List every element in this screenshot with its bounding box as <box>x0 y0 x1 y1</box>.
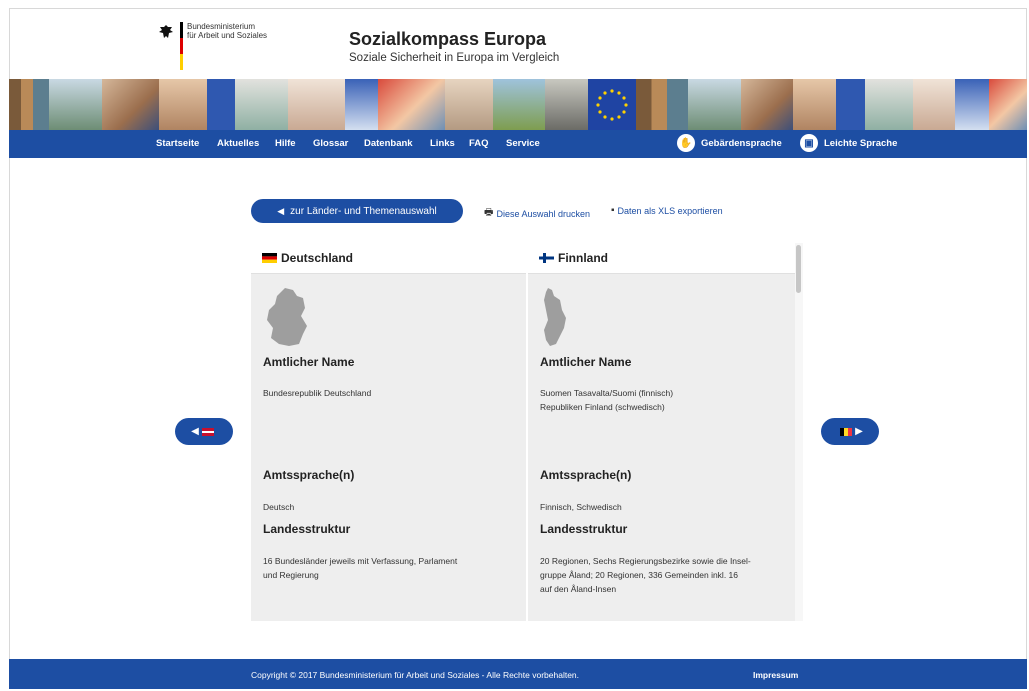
photo-family-2 <box>740 79 794 130</box>
photo-flag-person-2 <box>955 79 989 130</box>
sign-language-icon: ✋ <box>677 134 695 152</box>
nav-service[interactable]: Service <box>506 138 540 149</box>
country-header: Deutschland <box>251 243 526 274</box>
photo-field-worker <box>492 79 546 130</box>
panel-scrollbar[interactable] <box>795 243 803 621</box>
next-country-button[interactable]: ▶ <box>821 418 879 445</box>
photo-blue-tile-2 <box>836 79 865 130</box>
structure-heading: Landesstruktur <box>263 522 351 536</box>
scrollbar-thumb[interactable] <box>796 245 801 293</box>
sign-language-link[interactable]: ✋ Gebärdensprache <box>677 134 782 152</box>
back-to-selection-button[interactable]: ◀ zur Länder- und Themenauswahl <box>251 199 463 223</box>
photo-woman-headscarf <box>49 79 102 130</box>
country-column-deutschland: Deutschland Amtlicher Name Bundesrepubli… <box>251 243 526 621</box>
country-name: Deutschland <box>281 251 354 265</box>
photo-girl-2 <box>793 79 837 130</box>
photo-young-woman-2 <box>912 79 956 130</box>
official-name-heading: Amtlicher Name <box>540 355 632 369</box>
photo-library <box>9 79 50 130</box>
photo-couple <box>545 79 589 130</box>
federal-eagle-icon <box>159 25 173 38</box>
finland-map-icon <box>544 288 566 346</box>
structure-text: 20 Regionen, Sechs Regierungsbezirke sow… <box>540 556 751 594</box>
header-photo-band <box>9 79 1027 130</box>
language-text: Deutsch <box>263 502 295 512</box>
prev-country-button[interactable]: ◀ <box>175 418 233 445</box>
country-header: Finnland <box>528 243 803 274</box>
left-triangle-icon: ◀ <box>277 205 285 216</box>
german-flag-bar <box>180 22 183 70</box>
photo-girl <box>158 79 207 130</box>
export-xls-link[interactable]: ▪ Daten als XLS exportieren <box>611 205 723 216</box>
structure-text: 16 Bundesländer jeweils mit Verfassung, … <box>263 556 458 580</box>
main-navigation: Startseite Aktuelles Hilfe Glossar Daten… <box>9 130 1027 158</box>
photo-elderly-woman-2 <box>864 79 913 130</box>
structure-heading: Landesstruktur <box>540 522 628 536</box>
country-name: Finnland <box>558 251 608 265</box>
easy-language-icon: ▣ <box>800 134 818 152</box>
official-name-text: Suomen Tasavalta/Suomi (finnisch) Republ… <box>540 388 674 412</box>
nav-glossar[interactable]: Glossar <box>313 138 348 149</box>
nav-datenbank[interactable]: Datenbank <box>364 138 413 149</box>
photo-flag-person <box>344 79 379 130</box>
site-subtitle: Soziale Sicherheit in Europa im Vergleic… <box>349 52 560 64</box>
prev-country-flag-icon <box>201 427 214 436</box>
ministry-name: Bundesministerium für Arbeit und Soziale… <box>187 22 268 40</box>
eu-stars-icon <box>596 88 628 121</box>
imprint-link[interactable]: Impressum <box>753 670 798 680</box>
nav-links[interactable]: Links <box>430 138 455 149</box>
ministry-logo[interactable]: Bundesministerium für Arbeit und Soziale… <box>158 22 288 72</box>
prev-country-arrow-icon: ◀ <box>191 426 199 437</box>
copyright-text: Copyright © 2017 Bundesministerium für A… <box>251 670 580 680</box>
next-country-flag-icon <box>840 427 853 436</box>
official-name-text: Bundesrepublik Deutschland <box>263 388 372 398</box>
nav-faq[interactable]: FAQ <box>469 138 489 149</box>
photo-young-woman <box>287 79 345 130</box>
nav-hilfe[interactable]: Hilfe <box>275 138 296 149</box>
xls-export-icon: ▪ <box>611 205 615 216</box>
finland-flag-icon <box>539 253 554 263</box>
photo-family <box>101 79 159 130</box>
easy-language-link[interactable]: ▣ Leichte Sprache <box>800 134 897 152</box>
easy-language-label: Leichte Sprache <box>824 137 898 149</box>
nav-startseite[interactable]: Startseite <box>156 138 199 149</box>
back-to-selection-label: zur Länder- und Themenauswahl <box>290 205 437 217</box>
photo-eu-flag <box>588 79 636 130</box>
country-comparison-panel[interactable]: Deutschland Amtlicher Name Bundesrepubli… <box>251 243 803 621</box>
photo-woman-headscarf-2 <box>688 79 741 130</box>
photo-elderly-couple <box>445 79 493 130</box>
photo-library-2 <box>635 79 689 130</box>
next-country-arrow-icon: ▶ <box>855 426 863 437</box>
print-selection-label: Diese Auswahl drucken <box>496 208 591 219</box>
germany-flag-icon <box>262 253 277 263</box>
photo-children <box>378 79 446 130</box>
photo-children-2 <box>988 79 1027 130</box>
germany-map-icon <box>267 288 307 346</box>
print-selection-link[interactable]: 🖶 Diese Auswahl drucken <box>484 205 590 222</box>
site-title: Sozialkompass Europa <box>349 29 547 49</box>
photo-blue-tile <box>206 79 236 130</box>
export-xls-label: Daten als XLS exportieren <box>617 205 723 216</box>
language-heading: Amtssprache(n) <box>540 468 632 482</box>
language-text: Finnisch, Schwedisch <box>540 502 622 512</box>
printer-icon: 🖶 <box>484 207 494 218</box>
country-column-finnland: Finnland Amtlicher Name Suomen Tasavalta… <box>528 243 803 621</box>
sign-language-label: Gebärdensprache <box>701 137 782 149</box>
page-footer: Copyright © 2017 Bundesministerium für A… <box>9 659 1027 689</box>
nav-aktuelles[interactable]: Aktuelles <box>217 138 259 149</box>
official-name-heading: Amtlicher Name <box>263 355 355 369</box>
language-heading: Amtssprache(n) <box>263 468 355 482</box>
photo-elderly-woman <box>235 79 288 130</box>
